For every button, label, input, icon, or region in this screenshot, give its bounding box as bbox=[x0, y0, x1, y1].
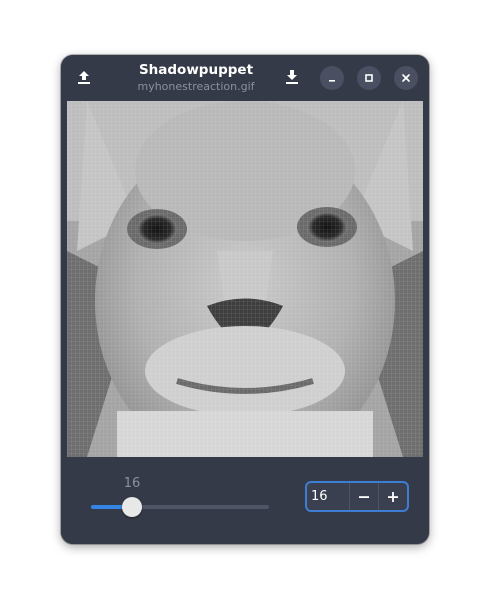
minimize-icon bbox=[329, 80, 335, 82]
plus-icon bbox=[388, 491, 398, 502]
slider-handle[interactable] bbox=[121, 497, 142, 517]
close-icon bbox=[402, 74, 410, 82]
spin-entry[interactable] bbox=[307, 483, 350, 510]
upload-icon bbox=[78, 71, 90, 84]
close-button[interactable] bbox=[394, 66, 418, 90]
maximize-icon bbox=[365, 74, 373, 82]
image-preview bbox=[67, 101, 423, 457]
download-button[interactable] bbox=[279, 64, 305, 90]
headerbar: Shadowpuppet myhonestreaction.gif bbox=[61, 55, 429, 100]
slider-value-label: 16 bbox=[123, 476, 141, 491]
download-icon bbox=[286, 70, 298, 84]
minus-icon bbox=[359, 495, 369, 498]
pixel-size-spinbutton bbox=[305, 481, 409, 512]
increment-button[interactable] bbox=[379, 483, 407, 510]
window-title: Shadowpuppet bbox=[138, 62, 254, 78]
window-subtitle: myhonestreaction.gif bbox=[137, 80, 255, 93]
maximize-button[interactable] bbox=[357, 66, 381, 90]
minimize-button[interactable] bbox=[320, 66, 344, 90]
app-window: Shadowpuppet myhonestreaction.gif 16 16 bbox=[61, 55, 429, 544]
title-block: Shadowpuppet myhonestreaction.gif bbox=[121, 61, 271, 94]
controls-bar: 16 bbox=[61, 457, 429, 544]
halftone-cat-image bbox=[67, 101, 423, 457]
upload-button[interactable] bbox=[71, 64, 97, 90]
decrement-button[interactable] bbox=[350, 483, 379, 510]
